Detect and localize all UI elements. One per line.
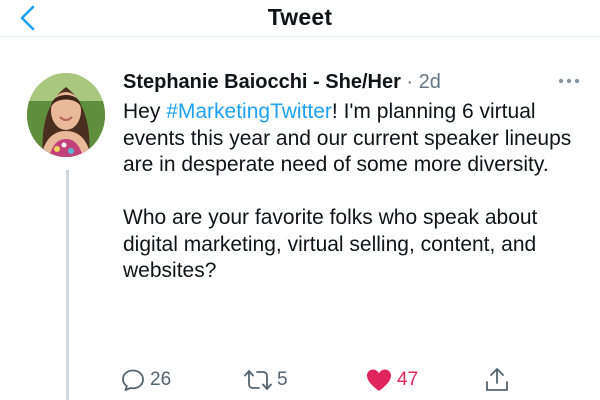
like-button[interactable]: 47 [365,365,418,395]
share-icon [486,368,508,391]
thread-line [66,170,69,400]
top-bar: Tweet [0,0,600,37]
retweet-button[interactable]: 5 [243,365,288,395]
more-horizontal-icon [558,78,580,84]
reply-icon [122,369,144,391]
share-button[interactable] [484,365,510,395]
tweet-paragraph: Who are your favorite folks who speak ab… [123,206,538,282]
separator-dot: · [406,71,414,93]
timestamp[interactable]: 2d [419,71,441,93]
avatar[interactable] [27,73,105,157]
tweet-text-lead: Hey [123,100,167,123]
author-name[interactable]: Stephanie Baiocchi - She/Her [123,71,401,93]
retweet-count: 5 [277,369,288,390]
tweet-actions: 26 5 47 [120,365,520,395]
tweet-text: Hey #MarketingTwitter! I'm planning 6 vi… [123,99,583,285]
reply-count: 26 [150,369,172,390]
tweet-paragraph: Hey #MarketingTwitter! I'm planning 6 vi… [123,99,583,179]
profile-photo [27,73,105,157]
heart-filled-icon [367,369,391,391]
more-options-button[interactable] [554,72,586,90]
reply-button[interactable]: 26 [120,365,171,395]
tweet-author-row: Stephanie Baiocchi - She/Her · 2d [123,69,441,95]
like-count: 47 [397,369,419,390]
hashtag-link[interactable]: #MarketingTwitter [166,100,332,123]
page-title: Tweet [267,4,333,30]
retweet-icon [244,370,272,390]
